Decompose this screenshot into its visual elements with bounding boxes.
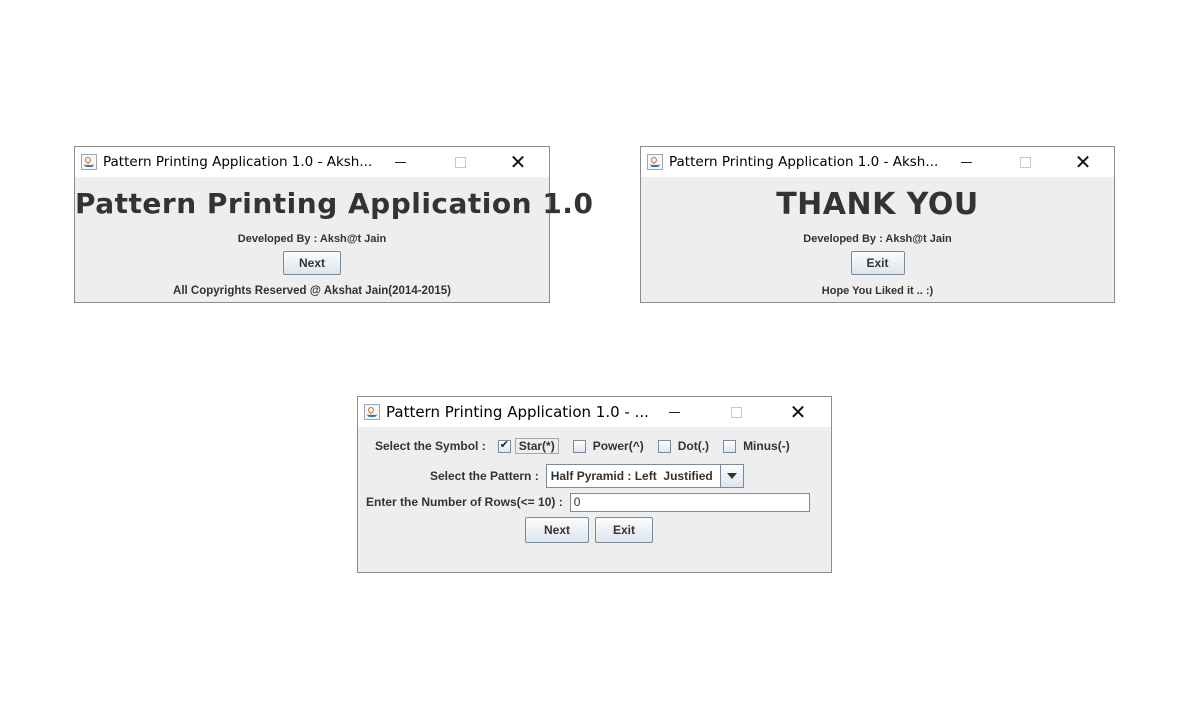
window-title: Pattern Printing Application 1.0 - ... (386, 403, 649, 421)
symbol-label: Select the Symbol : (375, 439, 486, 453)
chevron-down-icon[interactable] (719, 465, 743, 487)
exit-button[interactable]: Exit (595, 517, 653, 543)
goodbye-label: Hope You Liked it .. :) (821, 285, 934, 297)
welcome-window: Pattern Printing Application 1.0 - Aksh.… (74, 146, 594, 303)
power-checkbox[interactable] (572, 439, 586, 453)
thanks-titlebar[interactable]: Pattern Printing Application 1.0 - Aksh.… (641, 147, 1114, 177)
dot-checkbox[interactable] (657, 439, 671, 453)
next-button[interactable]: Next (283, 251, 341, 275)
rows-input[interactable] (569, 492, 810, 512)
pattern-row: Select the Pattern : Half Pyramid : Left… (430, 464, 744, 488)
java-app-icon (81, 154, 97, 170)
app-heading: Pattern Printing Application 1.0 (75, 187, 594, 220)
maximize-icon[interactable] (713, 397, 759, 427)
action-buttons: Next Exit (525, 517, 653, 543)
thanks-window: Pattern Printing Application 1.0 - Aksh.… (640, 146, 1115, 303)
minimize-icon[interactable] (377, 147, 423, 177)
star-option-label[interactable]: Star(*) (514, 438, 559, 454)
welcome-content: Pattern Printing Application 1.0 Develop… (75, 177, 594, 303)
form-titlebar[interactable]: Pattern Printing Application 1.0 - ... ✕ (358, 397, 831, 427)
power-option-label[interactable]: Power(^) (593, 439, 644, 453)
close-icon[interactable]: ✕ (775, 397, 821, 427)
minus-option-label[interactable]: Minus(-) (743, 439, 790, 453)
maximize-icon[interactable] (437, 147, 483, 177)
minimize-icon[interactable] (651, 397, 697, 427)
symbol-row: Select the Symbol : Star(*) Power(^) Dot… (375, 437, 790, 455)
copyright-label: All Copyrights Reserved @ Akshat Jain(20… (173, 285, 451, 297)
window-title: Pattern Printing Application 1.0 - Aksh.… (669, 154, 939, 170)
developer-label: Developed By : Aksh@t Jain (237, 233, 387, 245)
minimize-icon[interactable] (943, 147, 989, 177)
java-app-icon (364, 404, 380, 420)
dot-option-label[interactable]: Dot(.) (678, 439, 709, 453)
pattern-selected-value: Half Pyramid : Left Justified (550, 469, 713, 483)
maximize-icon[interactable] (1002, 147, 1048, 177)
exit-button[interactable]: Exit (850, 251, 905, 275)
minus-checkbox[interactable] (723, 439, 737, 453)
java-app-icon (647, 154, 663, 170)
form-window: Pattern Printing Application 1.0 - ... ✕… (357, 396, 832, 573)
thanks-content: THANK YOU Developed By : Aksh@t Jain Exi… (641, 177, 1114, 303)
close-icon[interactable]: ✕ (1060, 147, 1106, 177)
thank-you-heading: THANK YOU (776, 187, 979, 222)
star-checkbox[interactable] (497, 438, 511, 453)
rows-label: Enter the Number of Rows(<= 10) : (366, 495, 563, 509)
form-content: Select the Symbol : Star(*) Power(^) Dot… (358, 427, 831, 573)
welcome-titlebar[interactable]: Pattern Printing Application 1.0 - Aksh.… (75, 147, 549, 177)
pattern-label: Select the Pattern : (430, 469, 539, 483)
close-icon[interactable]: ✕ (495, 147, 541, 177)
developer-label: Developed By : Aksh@t Jain (803, 233, 952, 245)
next-button[interactable]: Next (525, 517, 589, 543)
window-title: Pattern Printing Application 1.0 - Aksh.… (103, 154, 373, 170)
rows-row: Enter the Number of Rows(<= 10) : (366, 492, 810, 512)
pattern-select[interactable]: Half Pyramid : Left Justified (545, 464, 744, 488)
